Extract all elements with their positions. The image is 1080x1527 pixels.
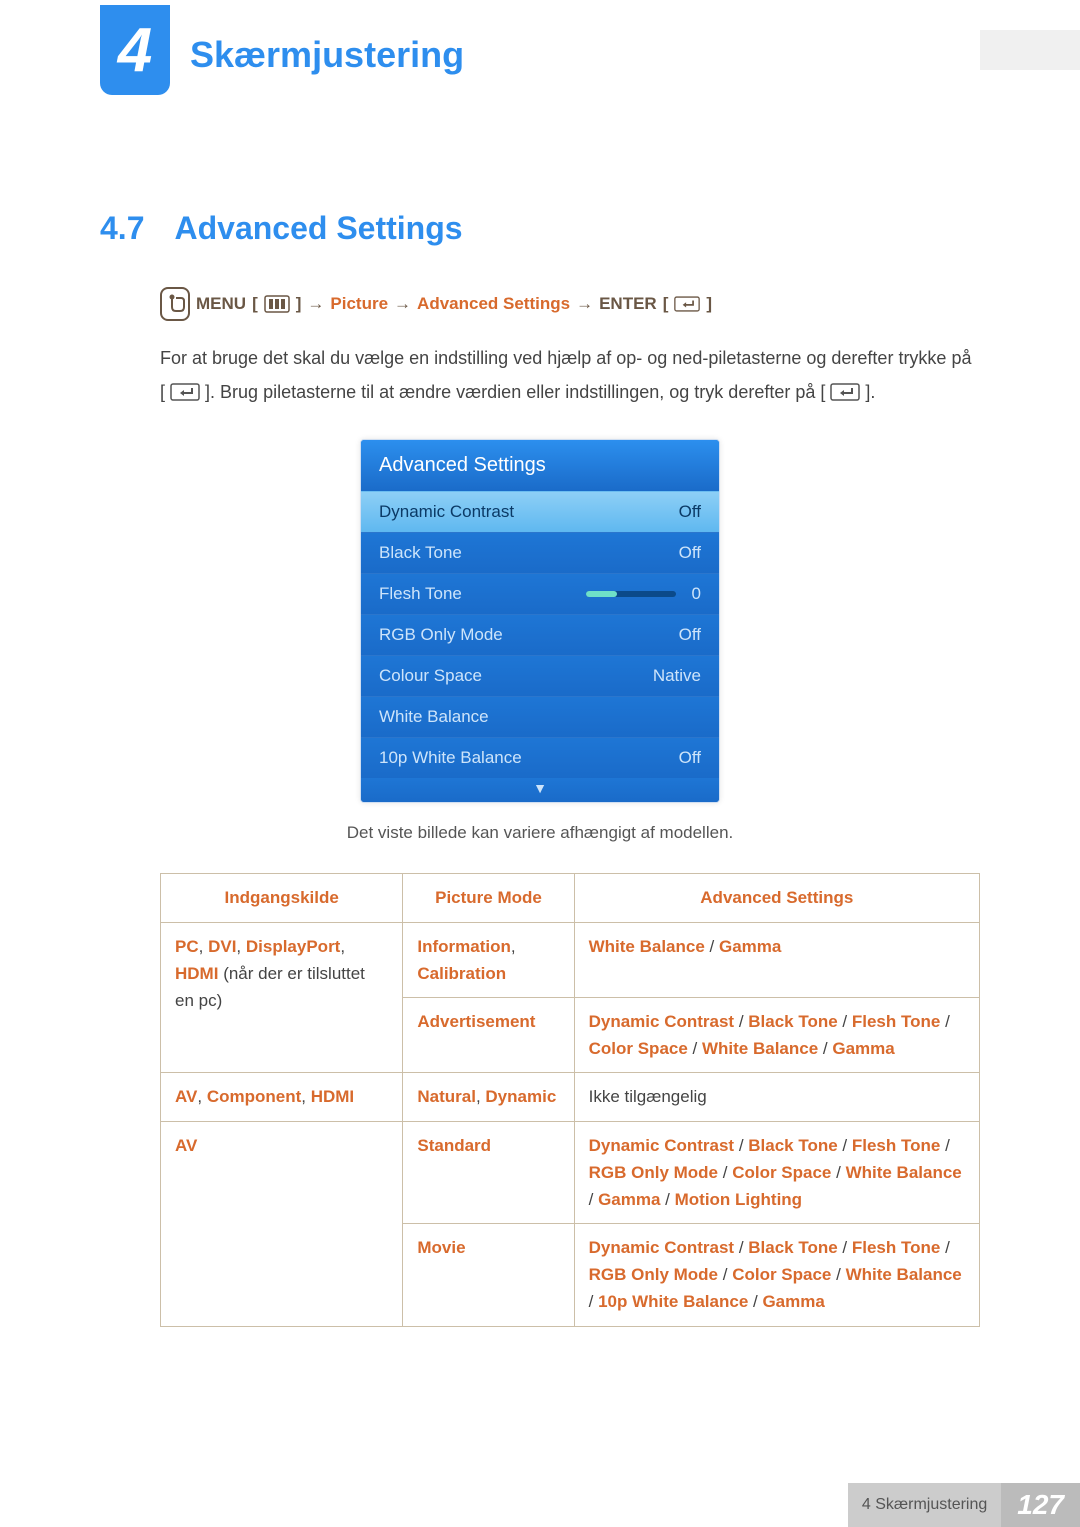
osd-scroll-down-icon[interactable]: ▼ [361,778,719,802]
osd-caption: Det viste billede kan variere afhængigt … [100,823,980,843]
footer-page-number: 127 [1001,1483,1080,1527]
arrow: → [394,294,411,314]
body-paragraph: For at bruge det skal du vælge en indsti… [100,341,980,409]
osd-slider [586,591,676,597]
chapter-number-badge: 4 [100,5,170,95]
enter-button-icon [830,382,865,402]
osd-item-value: Off [679,748,701,768]
enter-button-icon [170,382,205,402]
cell-mode: Movie [403,1224,574,1327]
body-text-c: ]. [865,382,875,402]
osd-item-label: 10p White Balance [379,748,522,768]
cell-source-av-comp: AV, Component, HDMI [161,1073,403,1121]
section-number: 4.7 [100,210,144,246]
osd-item-label: RGB Only Mode [379,625,503,645]
cell-mode: Information, Calibration [403,922,574,997]
osd-item-label: Black Tone [379,543,462,563]
cell-mode: Natural, Dynamic [403,1073,574,1121]
th-indgangskilde: Indgangskilde [161,874,403,922]
osd-item-value: 0 [692,584,701,604]
table-row: PC, DVI, DisplayPort, HDMI (når der er t… [161,922,980,997]
osd-item-label: White Balance [379,707,489,727]
menu-button-icon [264,295,290,313]
arrow: → [576,294,593,314]
cell-source-av: AV [161,1121,403,1326]
osd-item-value: Off [679,543,701,563]
page-footer: 4 Skærmjustering 127 [848,1483,1080,1527]
arrow: → [307,294,324,314]
cell-advanced: Ikke tilgængelig [574,1073,979,1121]
th-advanced-settings: Advanced Settings [574,874,979,922]
cell-advanced: Dynamic Contrast / Black Tone / Flesh To… [574,1121,979,1224]
table-row: AV Standard Dynamic Contrast / Black Ton… [161,1121,980,1224]
chapter-title: Skærmjustering [190,34,464,76]
cell-mode: Standard [403,1121,574,1224]
osd-item-label: Colour Space [379,666,482,686]
osd-menu: Advanced Settings Dynamic Contrast Off B… [360,439,720,803]
footer-chapter-label: 4 Skærmjustering [848,1483,1001,1527]
bracket: [ [252,294,258,314]
menu-navigation-path: MENU [ ] → Picture → Advanced Settings →… [100,287,980,321]
table-row: AV, Component, HDMI Natural, Dynamic Ikk… [161,1073,980,1121]
osd-item-10p-white-balance[interactable]: 10p White Balance Off [361,737,719,778]
cell-advanced: Dynamic Contrast / Black Tone / Flesh To… [574,997,979,1072]
osd-item-value: Off [679,625,701,645]
cell-source-pc: PC, DVI, DisplayPort, HDMI (når der er t… [161,922,403,1073]
nav-advanced: Advanced Settings [417,294,570,314]
cell-mode: Advertisement [403,997,574,1072]
touch-icon [160,287,190,321]
osd-title: Advanced Settings [361,440,719,491]
nav-picture: Picture [330,294,388,314]
bracket: [ [663,294,669,314]
osd-item-dynamic-contrast[interactable]: Dynamic Contrast Off [361,491,719,532]
enter-button-icon [674,295,700,313]
osd-item-black-tone[interactable]: Black Tone Off [361,532,719,573]
table-header-row: Indgangskilde Picture Mode Advanced Sett… [161,874,980,922]
section-heading: 4.7 Advanced Settings [100,210,980,247]
cell-advanced: Dynamic Contrast / Black Tone / Flesh To… [574,1224,979,1327]
bracket: ] [706,294,712,314]
modes-table: Indgangskilde Picture Mode Advanced Sett… [160,873,980,1326]
osd-item-value: Native [653,666,701,686]
osd-item-value: Off [679,502,701,522]
cell-advanced: White Balance / Gamma [574,922,979,997]
enter-label: ENTER [599,294,657,314]
osd-item-flesh-tone[interactable]: Flesh Tone 0 [361,573,719,614]
section-title-text: Advanced Settings [174,210,462,246]
th-picture-mode: Picture Mode [403,874,574,922]
osd-item-label: Flesh Tone [379,584,462,604]
osd-item-white-balance[interactable]: White Balance [361,696,719,737]
chapter-header: 4 Skærmjustering [100,0,1080,110]
osd-item-colour-space[interactable]: Colour Space Native [361,655,719,696]
osd-item-rgb-only-mode[interactable]: RGB Only Mode Off [361,614,719,655]
bracket: ] [296,294,302,314]
body-text-b: ]. Brug piletasterne til at ændre værdie… [205,382,825,402]
osd-item-label: Dynamic Contrast [379,502,514,522]
menu-label: MENU [196,294,246,314]
